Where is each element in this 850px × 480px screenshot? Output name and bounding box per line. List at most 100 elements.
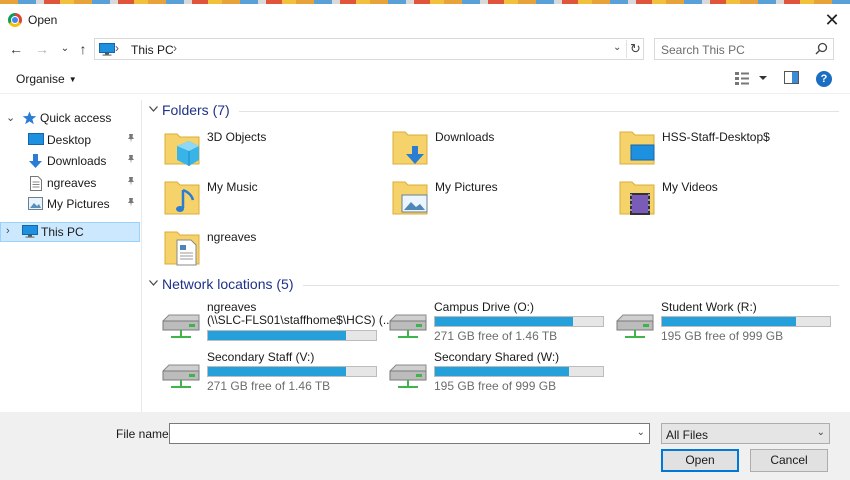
capacity-bar-fill (208, 367, 346, 376)
folder-label: HSS-Staff-Desktop$ (662, 130, 770, 144)
sidebar-item-label: This PC (41, 225, 84, 239)
chevron-down-icon[interactable] (149, 104, 158, 115)
help-button[interactable]: ? (816, 71, 832, 87)
navigation-pane: ⌄ Quick access Desktop Downloads ngreave… (0, 100, 142, 412)
file-name-input[interactable]: ⌄ (169, 423, 650, 444)
folder-label: My Pictures (435, 180, 498, 194)
chevron-down-icon[interactable]: ⌄ (6, 111, 15, 124)
capacity-bar-fill (435, 367, 570, 376)
network-drive-icon (386, 311, 428, 344)
group-header-network-locations[interactable]: Network locations (5) (149, 276, 839, 294)
network-drive-item[interactable]: Campus Drive (O:) 271 GB free of 1.46 TB (386, 301, 611, 347)
file-type-select[interactable]: All Files ⌄ (661, 423, 830, 444)
close-button[interactable]: ✕ (820, 8, 844, 32)
breadcrumb-separator[interactable]: › (173, 41, 177, 55)
desktop-folder-icon (618, 128, 656, 168)
preview-pane-button[interactable] (784, 71, 799, 87)
folder-label: 3D Objects (207, 130, 267, 144)
capacity-bar-fill (208, 331, 346, 340)
sidebar-item-label: Quick access (40, 111, 112, 125)
drive-name: ngreaves (\\SLC-FLS01\staffhome$\HCS) (..… (207, 301, 393, 327)
capacity-bar-fill (435, 317, 573, 326)
folder-label: My Music (207, 180, 258, 194)
folder-item[interactable]: Downloads (391, 128, 611, 172)
sidebar-item-quick-access[interactable]: ⌄ Quick access (0, 108, 140, 128)
network-drive-item[interactable]: Secondary Shared (W:) 195 GB free of 999… (386, 351, 611, 397)
free-space-label: 195 GB free of 999 GB (434, 379, 557, 393)
folder-item[interactable]: My Pictures (391, 178, 611, 222)
document-folder-icon (163, 228, 201, 268)
open-button[interactable]: Open (661, 449, 739, 472)
folder-label: ngreaves (207, 230, 257, 244)
folder-item[interactable]: My Videos (618, 178, 838, 222)
pin-icon[interactable] (126, 133, 136, 146)
pin-icon[interactable] (126, 197, 136, 210)
capacity-bar (434, 366, 604, 377)
capacity-bar-fill (662, 317, 797, 326)
network-drive-icon (159, 311, 201, 344)
up-button[interactable]: ↑ (75, 41, 91, 57)
desktop-icon (28, 133, 44, 149)
file-type-value: All Files (666, 428, 709, 442)
address-dropdown[interactable]: ⌄ (613, 42, 621, 53)
chevron-right-icon[interactable]: › (6, 225, 10, 237)
organise-menu[interactable]: Organise ▼ (16, 72, 77, 86)
sidebar-item-my-pictures[interactable]: My Pictures (0, 194, 140, 214)
document-icon (30, 176, 42, 194)
network-drive-item[interactable]: ngreaves (\\SLC-FLS01\staffhome$\HCS) (..… (159, 301, 393, 347)
sidebar-item-label: Desktop (47, 133, 92, 147)
drive-name: Secondary Staff (V:) (207, 350, 315, 364)
folder-item[interactable]: My Music (163, 178, 383, 222)
star-icon (22, 111, 37, 128)
file-list-view: Folders (7) 3D Objects Downloads HSS-Sta… (143, 94, 842, 412)
folder-label: Downloads (435, 130, 495, 144)
folder-item[interactable]: ngreaves (163, 228, 383, 272)
sidebar-item-downloads[interactable]: Downloads (0, 151, 140, 171)
group-divider (303, 285, 839, 286)
chrome-icon (8, 13, 22, 27)
network-drive-item[interactable]: Student Work (R:) 195 GB free of 999 GB (613, 301, 838, 347)
chevron-down-icon[interactable] (149, 278, 158, 289)
capacity-bar (207, 330, 377, 341)
change-view-button[interactable] (735, 71, 769, 88)
dialog-footer: File name: ⌄ All Files ⌄ Open Cancel (0, 412, 850, 480)
network-drive-item[interactable]: Secondary Staff (V:) 271 GB free of 1.46… (159, 351, 384, 397)
address-bar[interactable]: › This PC › ⌄ ↻ (94, 38, 644, 60)
capacity-bar (434, 316, 604, 327)
breadcrumb-this-pc[interactable]: This PC (131, 43, 174, 57)
sidebar-item-this-pc[interactable]: › This PC (0, 222, 140, 242)
pictures-folder-icon (391, 178, 429, 218)
folder-item[interactable]: 3D Objects (163, 128, 383, 172)
free-space-label: 195 GB free of 999 GB (661, 329, 784, 343)
forward-button[interactable]: → (34, 41, 50, 57)
videos-folder-icon (618, 178, 656, 218)
group-divider (239, 111, 839, 112)
search-placeholder: Search This PC (661, 43, 745, 57)
sidebar-item-label: ngreaves (47, 176, 97, 190)
cancel-button[interactable]: Cancel (750, 449, 828, 472)
group-title: Folders (7) (162, 102, 230, 118)
network-drive-icon (613, 311, 655, 344)
recent-locations-button[interactable]: ⌄ (57, 41, 73, 57)
chevron-down-icon[interactable]: ⌄ (637, 427, 645, 438)
sidebar-item-ngreaves[interactable]: ngreaves (0, 173, 140, 193)
capacity-bar (207, 366, 377, 377)
drive-name: Student Work (R:) (661, 300, 757, 314)
sidebar-item-label: Downloads (47, 154, 107, 168)
navigation-bar: ← → ⌄ ↑ › This PC › ⌄ ↻ Search This PC (0, 36, 850, 64)
sidebar-item-desktop[interactable]: Desktop (0, 130, 140, 150)
downloads-folder-icon (391, 128, 429, 168)
folder-label: My Videos (662, 180, 718, 194)
folder-item[interactable]: HSS-Staff-Desktop$ (618, 128, 838, 172)
capacity-bar (661, 316, 831, 327)
pc-icon (99, 43, 115, 59)
drive-name: Campus Drive (O:) (434, 300, 535, 314)
search-input[interactable]: Search This PC (654, 38, 834, 60)
back-button[interactable]: ← (8, 41, 24, 57)
organise-label: Organise (16, 72, 65, 86)
refresh-button[interactable]: ↻ (626, 40, 644, 58)
pin-icon[interactable] (126, 154, 136, 167)
title-bar: Open ✕ (0, 4, 850, 36)
group-header-folders[interactable]: Folders (7) (149, 102, 839, 120)
pin-icon[interactable] (126, 176, 136, 189)
